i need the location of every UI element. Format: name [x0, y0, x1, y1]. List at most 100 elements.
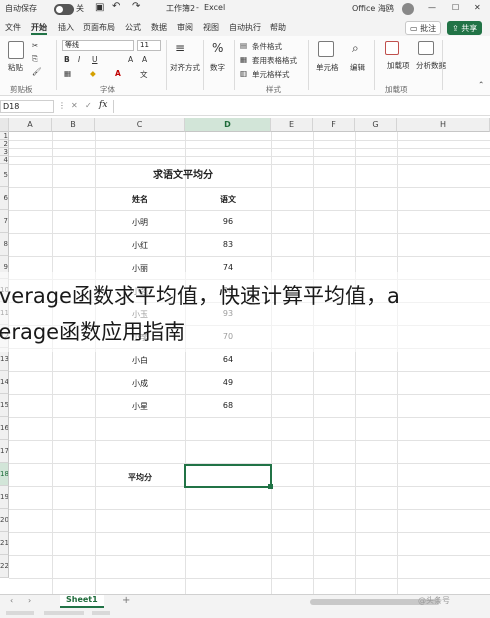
fill-handle[interactable] — [268, 484, 273, 489]
tab-formulas[interactable]: 公式 — [125, 22, 141, 33]
status-item — [92, 611, 110, 615]
divider — [374, 40, 375, 90]
formula-input[interactable] — [113, 100, 490, 113]
maximize-icon[interactable]: ☐ — [452, 3, 459, 12]
tab-file[interactable]: 文件 — [5, 22, 21, 33]
comments-button[interactable]: ▭ 批注 — [405, 21, 442, 35]
row-header[interactable]: 18 — [0, 463, 9, 486]
column-header[interactable]: D — [185, 118, 271, 132]
minimize-icon[interactable]: — — [428, 3, 436, 12]
row-header[interactable]: 14 — [0, 371, 9, 394]
column-header[interactable]: H — [397, 118, 490, 132]
font-shrink-icon[interactable]: A — [142, 55, 147, 64]
account-name[interactable]: Office 海鸥 — [352, 3, 394, 14]
column-header[interactable]: A — [9, 118, 52, 132]
fill-color-icon[interactable]: ◆ — [90, 69, 96, 78]
number-format-button[interactable]: 数字 — [210, 62, 225, 73]
tab-home[interactable]: 开始 — [31, 22, 47, 35]
tab-help[interactable]: 帮助 — [270, 22, 286, 33]
edit-button[interactable]: 编辑 — [350, 62, 365, 73]
name-box[interactable]: D18 — [0, 100, 54, 113]
cancel-icon[interactable]: ✕ — [71, 101, 78, 110]
cells-icon[interactable] — [318, 41, 334, 57]
font-size-select[interactable]: 11 — [137, 40, 161, 51]
column-header[interactable]: B — [52, 118, 95, 132]
row-header[interactable]: 3 — [0, 148, 9, 156]
title-bar: 自动保存 关 ▣ ↶ ↷ 工作簿2 - Excel Office 海鸥 — ☐ … — [0, 0, 490, 20]
column-header[interactable]: C — [95, 118, 185, 132]
redo-icon[interactable]: ↷ — [132, 1, 140, 12]
font-name-select[interactable]: 等线 — [62, 40, 134, 51]
tab-insert[interactable]: 插入 — [58, 22, 74, 33]
row-header[interactable]: 2 — [0, 140, 9, 148]
tab-page-layout[interactable]: 页面布局 — [83, 22, 115, 33]
sheet-tab-sheet1[interactable]: Sheet1 — [60, 595, 104, 608]
row-header[interactable]: 7 — [0, 210, 9, 233]
selected-cell-d18[interactable] — [184, 464, 272, 488]
share-button[interactable]: ⇪ 共享 — [447, 21, 483, 35]
divider — [56, 40, 57, 90]
autosave-toggle[interactable] — [54, 4, 74, 15]
row-header[interactable]: 17 — [0, 440, 9, 463]
font-color-icon[interactable]: A — [115, 69, 121, 78]
row-header[interactable]: 15 — [0, 394, 9, 417]
italic-icon[interactable]: I — [78, 55, 80, 64]
save-icon[interactable]: ▣ — [95, 2, 104, 13]
collapse-ribbon-icon[interactable]: ⌃ — [478, 80, 484, 89]
conditional-format-button[interactable]: 条件格式 — [252, 41, 282, 52]
row-header[interactable]: 22 — [0, 555, 9, 578]
search-icon[interactable]: ⌕ — [352, 41, 359, 56]
undo-icon[interactable]: ↶ — [112, 1, 120, 12]
column-header[interactable]: F — [313, 118, 355, 132]
column-header[interactable]: E — [271, 118, 313, 132]
close-icon[interactable]: ✕ — [474, 3, 481, 12]
row-header[interactable]: 20 — [0, 509, 9, 532]
row-header[interactable]: 4 — [0, 156, 9, 164]
row-header[interactable]: 16 — [0, 417, 9, 440]
tab-data[interactable]: 数据 — [151, 22, 167, 33]
status-accessibility — [44, 611, 84, 615]
row-header[interactable]: 19 — [0, 486, 9, 509]
tab-review[interactable]: 审阅 — [177, 22, 193, 33]
avatar[interactable] — [402, 3, 414, 15]
bold-icon[interactable]: B — [64, 55, 70, 64]
addins-icon[interactable] — [385, 41, 399, 55]
copy-icon[interactable]: ⎘ — [32, 54, 38, 64]
cell-styles-button[interactable]: 单元格样式 — [252, 69, 290, 80]
cells-button[interactable]: 单元格 — [316, 62, 339, 73]
underline-icon[interactable]: U — [92, 55, 98, 64]
format-as-table-button[interactable]: 套用表格格式 — [252, 55, 297, 66]
tab-automate[interactable]: 自动执行 — [229, 22, 261, 33]
align-icon[interactable]: ≡ — [175, 41, 185, 55]
enter-icon[interactable]: ✓ — [85, 101, 92, 110]
more-icon: ⋮ — [58, 101, 66, 110]
format-painter-icon[interactable]: 🖌 — [32, 67, 42, 76]
fx-label[interactable]: fx — [99, 100, 107, 110]
row-header[interactable]: 5 — [0, 164, 9, 187]
percent-icon[interactable]: % — [212, 41, 223, 55]
cut-icon[interactable]: ✂ — [32, 41, 38, 50]
paste-icon[interactable] — [8, 41, 24, 59]
addins-button[interactable]: 加载项 — [387, 60, 410, 71]
row-header[interactable]: 6 — [0, 187, 9, 210]
analyze-data-icon[interactable] — [418, 41, 434, 55]
add-sheet-button[interactable]: + — [122, 595, 130, 606]
phonetic-icon[interactable]: 文 — [140, 69, 148, 80]
font-group-label: 字体 — [100, 85, 115, 94]
title-separator: - — [196, 3, 199, 12]
alignment-button[interactable]: 对齐方式 — [170, 62, 200, 73]
select-all-corner[interactable] — [0, 118, 9, 132]
divider — [234, 40, 235, 90]
column-header[interactable]: G — [355, 118, 397, 132]
tab-view[interactable]: 视图 — [203, 22, 219, 33]
paste-button[interactable]: 粘贴 — [8, 62, 23, 73]
prev-sheet-icon[interactable]: ‹ — [10, 596, 13, 605]
clipboard-group-label: 剪贴板 — [10, 85, 33, 94]
row-header[interactable]: 1 — [0, 132, 9, 140]
next-sheet-icon[interactable]: › — [28, 596, 31, 605]
spreadsheet-grid[interactable]: A B C D E F G H 123456789101112131415161… — [0, 118, 490, 594]
font-grow-icon[interactable]: A — [128, 55, 133, 64]
row-header[interactable]: 21 — [0, 532, 9, 555]
border-icon[interactable]: ▦ — [64, 69, 71, 78]
row-header[interactable]: 8 — [0, 233, 9, 256]
